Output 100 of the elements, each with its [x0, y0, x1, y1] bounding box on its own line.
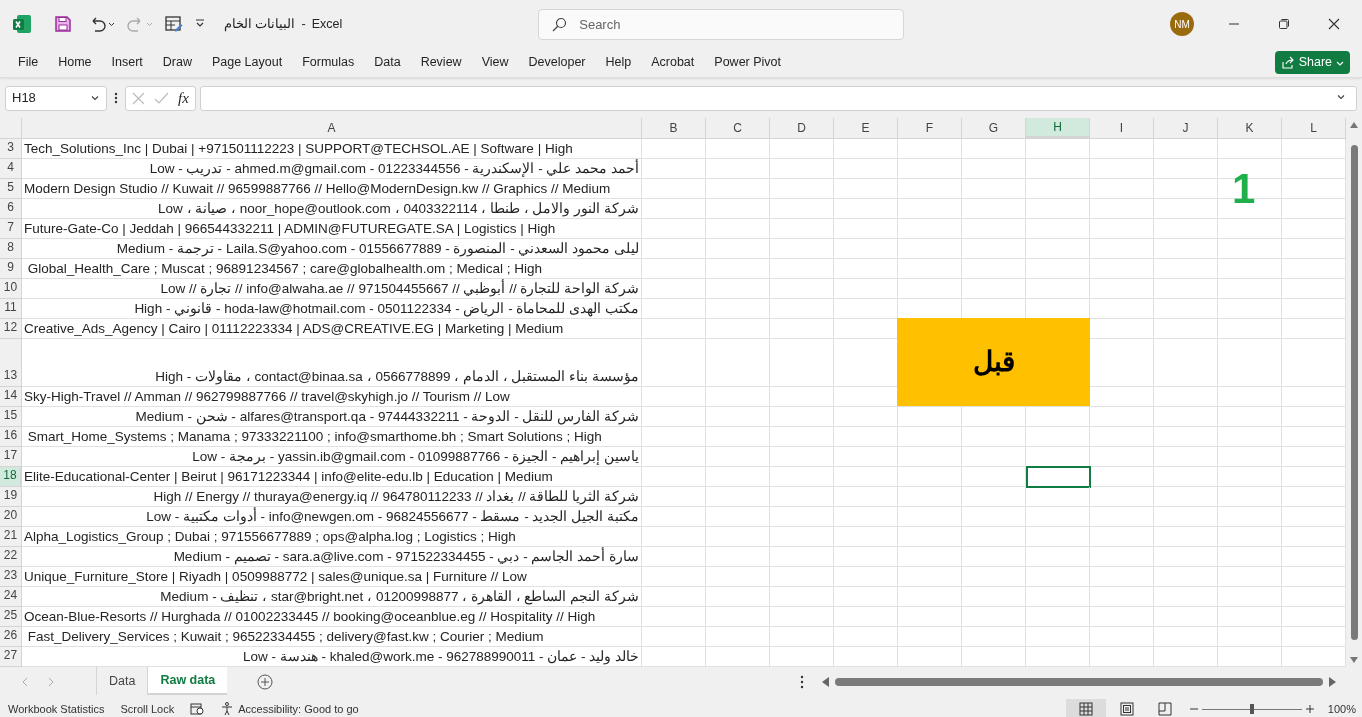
save-icon[interactable]	[54, 15, 72, 33]
row-header[interactable]: 16	[0, 427, 22, 447]
ribbon-tab[interactable]: Developer	[518, 49, 596, 76]
row-header[interactable]: 5	[0, 179, 22, 199]
column-header[interactable]: I	[1090, 118, 1154, 138]
ribbon-tab[interactable]: Help	[595, 49, 642, 76]
ribbon-tab[interactable]: Review	[410, 49, 472, 76]
scroll-right-icon[interactable]	[1329, 677, 1337, 687]
table-cell: شركة الثريا للطاقة // بغداد // 964780112233 // High // Energy // thuraya@energy.iq	[22, 487, 642, 507]
row-header[interactable]: 13	[0, 339, 22, 387]
restore-icon[interactable]	[1278, 18, 1290, 30]
row-header[interactable]: 8	[0, 239, 22, 259]
row-header[interactable]: 18	[0, 467, 22, 487]
column-header[interactable]: K	[1218, 118, 1282, 138]
column-header[interactable]: A	[22, 118, 642, 138]
name-box[interactable]: H18	[5, 85, 107, 111]
row-header[interactable]: 22	[0, 547, 22, 567]
status-item[interactable]: Workbook Statistics	[8, 700, 105, 717]
more-icon[interactable]	[113, 91, 119, 105]
row-header[interactable]: 7	[0, 219, 22, 239]
column-header[interactable]: E	[834, 118, 898, 138]
table-cell: Tech_Solutions_Inc | Dubai | +971501112223 | SUPPORT@TECHSOL.AE | Software | High	[22, 139, 642, 159]
column-header[interactable]: C	[706, 118, 770, 138]
insert-function-button[interactable]: fx	[178, 86, 189, 110]
table-cell: شركة النور والامل ، طنطا ، 0403322114 ، noor_hope@outlook.com ، صيانة ، Low	[22, 199, 642, 219]
ribbon-tab[interactable]: Home	[48, 49, 102, 76]
share-button[interactable]: Share	[1274, 51, 1350, 74]
table-cell: شركة الفارس للنقل - الدوحة - 97444332211 - alfares@transport.qa - شحن - Medium	[22, 407, 642, 427]
row-header[interactable]: 19	[0, 487, 22, 507]
close-icon[interactable]	[1328, 18, 1340, 30]
ribbon-tab[interactable]: Formulas	[292, 49, 365, 76]
form-icon[interactable]	[164, 15, 184, 33]
selected-cell[interactable]	[1026, 466, 1091, 488]
zoom-in-icon[interactable]	[1305, 705, 1314, 713]
scroll-up-icon[interactable]	[1350, 122, 1358, 128]
sheet-tab[interactable]: Raw data	[147, 667, 228, 695]
row-header[interactable]: 24	[0, 587, 22, 607]
column-header[interactable]: J	[1154, 118, 1218, 138]
scroll-thumb[interactable]	[835, 678, 1324, 686]
row-header[interactable]: 20	[0, 507, 22, 527]
row-header[interactable]: 9	[0, 259, 22, 279]
table-cell: مؤسسة بناء المستقبل ، الدمام ، 0566778899 ، contact@binaa.sa ، مقاولات - High	[22, 339, 642, 387]
grid-icon	[1078, 702, 1093, 716]
table-cell: أحمد محمد علي - الإسكندرية - 01223344556 - ahmed.m@gmail.com - تدريب - Low	[22, 159, 642, 179]
page-layout-view-icon[interactable]	[1119, 702, 1134, 716]
accessibility-status[interactable]: Accessibility: Good to go	[238, 700, 359, 717]
column-header[interactable]: D	[770, 118, 834, 138]
user-avatar[interactable]: NM	[1170, 12, 1194, 36]
page-break-view-icon[interactable]	[1157, 702, 1172, 716]
ribbon-tab[interactable]: Insert	[101, 49, 153, 76]
ribbon-tab[interactable]: Draw	[152, 49, 202, 76]
column-header[interactable]: F	[898, 118, 962, 138]
scroll-thumb[interactable]	[1350, 145, 1358, 640]
row-header[interactable]: 25	[0, 607, 22, 627]
check-icon[interactable]	[154, 91, 169, 105]
scroll-down-icon[interactable]	[1350, 657, 1358, 663]
formula-field[interactable]	[199, 85, 1357, 111]
search-field[interactable]: Search	[538, 8, 905, 40]
row-header[interactable]: 27	[0, 647, 22, 667]
row-header[interactable]: 11	[0, 299, 22, 319]
row-header[interactable]: 21	[0, 527, 22, 547]
normal-view-button[interactable]	[1065, 699, 1106, 717]
table-cell: مكتبة الجيل الجديد - مسقط - 96824556677 - info@newgen.om - أدوات مكتبية - Low	[22, 507, 642, 527]
ribbon-tab[interactable]: Power Pivot	[704, 49, 791, 76]
status-item[interactable]: Scroll Lock	[120, 700, 175, 717]
add-sheet-icon[interactable]	[257, 674, 274, 690]
ribbon-tab[interactable]: Page Layout	[201, 49, 293, 76]
column-header[interactable]: B	[642, 118, 706, 138]
table-cell: Fast_Delivery_Services ; Kuwait ; 96522334455 ; delivery@fast.kw ; Courier ; Medium	[22, 627, 642, 647]
row-header[interactable]: 15	[0, 407, 22, 427]
row-header[interactable]: 6	[0, 199, 22, 219]
app-name: Excel	[311, 15, 343, 33]
row-header[interactable]: 3	[0, 139, 22, 159]
table-cell: Global_Health_Care ; Muscat ; 96891234567 ; care@globalhealth.om ; Medical ; High	[22, 259, 642, 279]
more-icon[interactable]	[800, 675, 805, 689]
row-header[interactable]: 23	[0, 567, 22, 587]
zoom-slider-thumb[interactable]	[1249, 704, 1254, 714]
table-cell: Smart_Home_Systems ; Manama ; 97333221100 ; info@smarthome.bh ; Smart Solutions ; High	[22, 427, 642, 447]
ribbon-tab[interactable]: File	[8, 49, 49, 76]
row-header[interactable]: 10	[0, 279, 22, 299]
horizontal-scrollbar[interactable]	[822, 675, 1337, 689]
zoom-level[interactable]: 100%	[1327, 700, 1356, 717]
ribbon-tab[interactable]: Data	[364, 49, 411, 76]
row-header[interactable]: 14	[0, 387, 22, 407]
ribbon-tab[interactable]: Acrobat	[641, 49, 705, 76]
row-header[interactable]: 26	[0, 627, 22, 647]
zoom-slider[interactable]	[1201, 704, 1302, 714]
table-cell: Ocean-Blue-Resorts // Hurghada // 01002233445 // booking@oceanblue.eg // Hospitality // High	[22, 607, 642, 627]
column-header[interactable]: H	[1026, 118, 1090, 138]
ribbon-tab[interactable]: View	[471, 49, 519, 76]
scroll-left-icon[interactable]	[822, 677, 830, 687]
row-header[interactable]: 4	[0, 159, 22, 179]
table-cell: شركة الواحة للتجارة // أبوظبي // 971504455667 // info@alwaha.ae // تجارة // Low	[22, 279, 642, 299]
table-cell: Elite-Educational-Center | Beirut | 96171223344 | info@elite-edu.lb | Education | Medium	[22, 467, 642, 487]
number-label: 1	[1232, 168, 1256, 210]
zoom-out-icon[interactable]	[1189, 705, 1198, 713]
row-header[interactable]: 12	[0, 319, 22, 339]
row-header[interactable]: 17	[0, 447, 22, 467]
macro-record-icon[interactable]	[190, 703, 205, 715]
table-cell: Unique_Furniture_Store | Riyadh | 0509988772 | sales@unique.sa | Furniture // Low	[22, 567, 642, 587]
